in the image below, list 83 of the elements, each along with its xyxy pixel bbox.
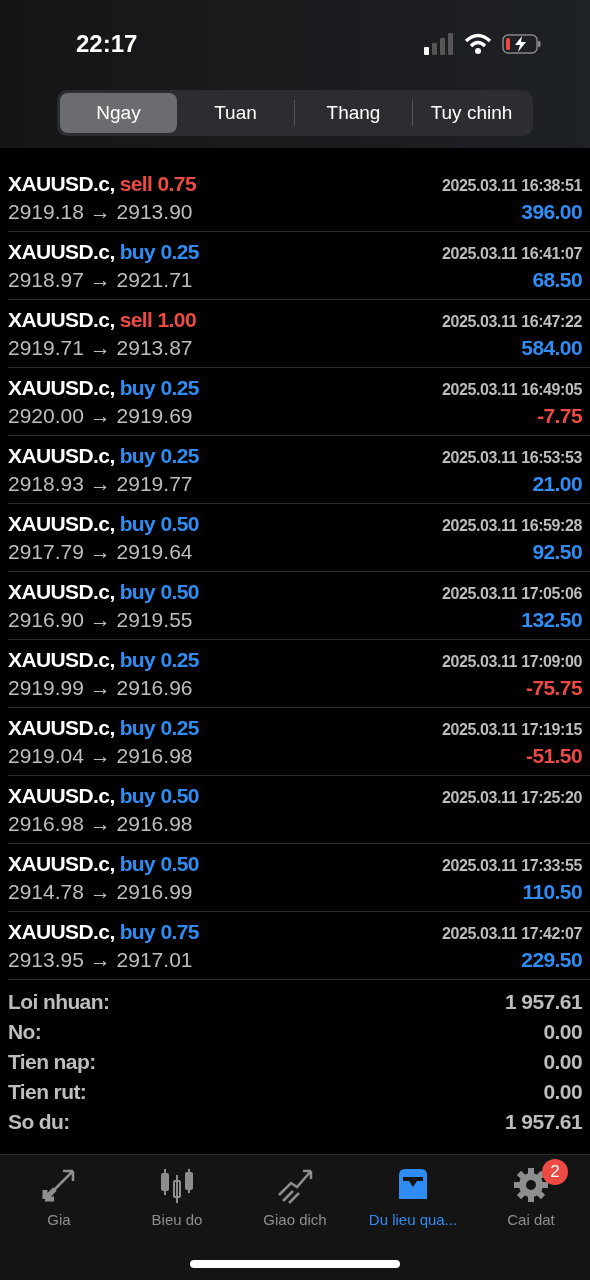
symbol-label: XAUUSD.c, (8, 375, 115, 399)
symbol-label: XAUUSD.c, (8, 919, 115, 943)
profit-value: -75.75 (526, 675, 582, 700)
settings-icon (511, 1165, 551, 1205)
summary-value: 0.00 (543, 1020, 582, 1044)
tab-bar-item[interactable]: Bieu do (145, 1165, 209, 1228)
price-range: 2920.00 → 2919.69 (8, 403, 193, 428)
summary-value: 1 957.61 (505, 990, 582, 1014)
order-label: buy 0.25 (119, 375, 199, 399)
battery-icon (502, 33, 542, 55)
timestamp: 2025.03.11 16:59:28 (441, 516, 582, 535)
profit-value: 396.00 (521, 199, 582, 224)
clock: 22:17 (76, 30, 138, 58)
timestamp: 2025.03.11 16:49:05 (441, 380, 582, 399)
price-range: 2916.90 → 2919.55 (8, 607, 193, 632)
order-label: buy 0.25 (119, 647, 199, 671)
tab-bar-item[interactable]: Giao dich (257, 1165, 333, 1228)
wifi-icon (464, 33, 492, 55)
timestamp: 2025.03.11 17:19:15 (441, 720, 582, 739)
profit-value: -51.50 (526, 743, 582, 768)
summary-label: Tien nap: (8, 1050, 96, 1074)
symbol-label: XAUUSD.c, (8, 307, 115, 331)
profit-value: 110.50 (522, 879, 582, 904)
timestamp: 2025.03.11 17:42:07 (441, 924, 582, 943)
order-label: buy 0.25 (119, 715, 199, 739)
profit-value: 229.50 (521, 947, 582, 972)
symbol-label: XAUUSD.c, (8, 579, 115, 603)
summary-value: 1 957.61 (505, 1110, 582, 1134)
timestamp: 2025.03.11 17:25:20 (441, 788, 582, 807)
price-range: 2917.79 → 2919.64 (8, 539, 193, 564)
price-range: 2918.97 → 2921.71 (8, 267, 193, 292)
period-tab[interactable]: Thang (294, 100, 412, 126)
order-label: buy 0.75 (119, 919, 199, 943)
summary-value: 0.00 (543, 1050, 582, 1074)
symbol-label: XAUUSD.c, (8, 851, 115, 875)
timestamp: 2025.03.11 16:41:07 (441, 244, 582, 263)
profit-value: 21.00 (532, 471, 582, 496)
price-range: 2913.95 → 2917.01 (8, 947, 193, 972)
period-tab[interactable]: Tuan (177, 100, 294, 126)
profit-value: -7.75 (537, 403, 582, 428)
profit-value: 92.50 (532, 539, 582, 564)
profit-value: 584.00 (521, 335, 582, 360)
summary-label: Tien rut: (8, 1080, 87, 1104)
period-tab[interactable]: Tuy chinh (412, 100, 530, 126)
notification-badge: 2 (542, 1159, 568, 1185)
summary-label: No: (8, 1020, 42, 1044)
order-label: sell 0.75 (119, 171, 196, 195)
symbol-label: XAUUSD.c, (8, 171, 115, 195)
price-range: 2919.99 → 2916.96 (8, 675, 193, 700)
signal-icon (424, 33, 454, 55)
order-label: sell 1.00 (119, 307, 196, 331)
timestamp: 2025.03.11 17:09:00 (441, 652, 582, 671)
price-range: 2919.04 → 2916.98 (8, 743, 193, 768)
timestamp: 2025.03.11 17:05:06 (441, 584, 582, 603)
price-range: 2919.18 → 2913.90 (8, 199, 193, 224)
summary-label: So du: (8, 1110, 70, 1134)
summary-value: 0.00 (543, 1080, 582, 1104)
price-range: 2919.71 → 2913.87 (8, 335, 193, 360)
order-label: buy 0.25 (119, 239, 199, 263)
tab-bar-item[interactable]: Gia (33, 1165, 85, 1228)
symbol-label: XAUUSD.c, (8, 443, 115, 467)
order-label: buy 0.50 (119, 579, 199, 603)
summary-label: Loi nhuan: (8, 990, 110, 1014)
order-label: buy 0.50 (119, 511, 199, 535)
timestamp: 2025.03.11 17:33:55 (441, 856, 582, 875)
symbol-label: XAUUSD.c, (8, 647, 115, 671)
timestamp: 2025.03.11 16:47:22 (441, 312, 582, 331)
symbol-label: XAUUSD.c, (8, 239, 115, 263)
symbol-label: XAUUSD.c, (8, 511, 115, 535)
symbol-label: XAUUSD.c, (8, 715, 115, 739)
period-tab[interactable]: Ngay (60, 93, 177, 133)
price-range: 2914.78 → 2916.99 (8, 879, 193, 904)
order-label: buy 0.50 (119, 851, 199, 875)
profit-value: 132.50 (521, 607, 582, 632)
profit-value: 68.50 (532, 267, 582, 292)
timestamp: 2025.03.11 16:53:53 (441, 448, 582, 467)
price-range: 2916.98 → 2916.98 (8, 811, 193, 836)
timestamp: 2025.03.11 16:38:51 (441, 176, 582, 195)
tab-bar-item[interactable]: Du lieu qua... (362, 1165, 464, 1228)
symbol-label: XAUUSD.c, (8, 783, 115, 807)
price-range: 2918.93 → 2919.77 (8, 471, 193, 496)
order-label: buy 0.25 (119, 443, 199, 467)
order-label: buy 0.50 (119, 783, 199, 807)
